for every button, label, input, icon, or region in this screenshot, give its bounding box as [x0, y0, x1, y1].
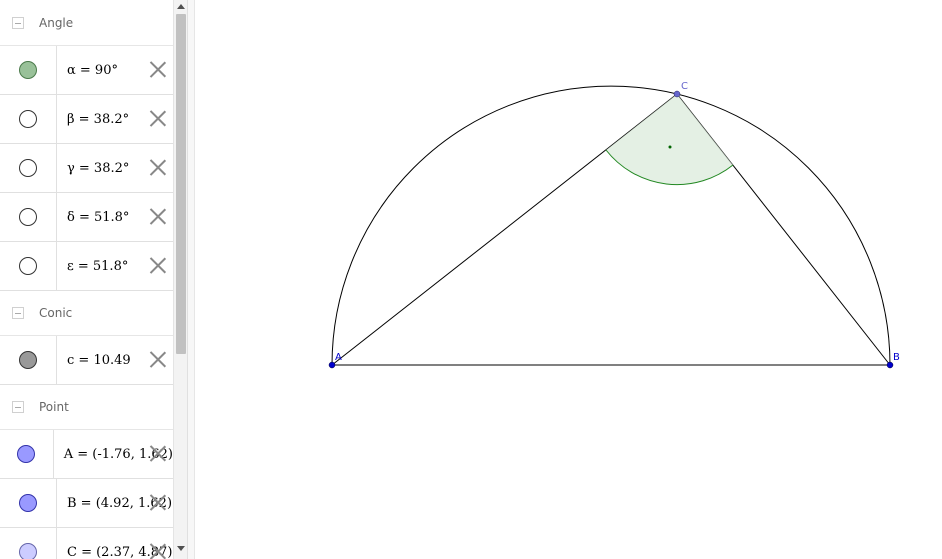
angle-alpha-dot	[668, 145, 672, 149]
point-label-a: A	[335, 352, 342, 363]
graphics-view[interactable]: A B C	[0, 0, 942, 559]
point-c[interactable]	[673, 90, 681, 98]
point-label-c: C	[681, 81, 688, 92]
angle-alpha-sector[interactable]	[606, 94, 733, 185]
point-label-b: B	[893, 352, 900, 363]
segment-ac[interactable]	[331, 93, 678, 366]
semicircle-conic[interactable]	[331, 85, 891, 366]
